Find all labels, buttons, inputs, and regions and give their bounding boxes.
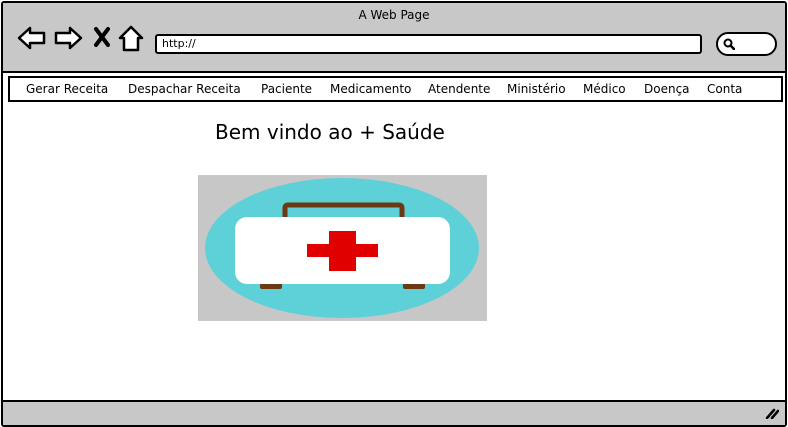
menu-item-gerar-receita[interactable]: Gerar Receita bbox=[26, 82, 108, 96]
close-x-icon[interactable] bbox=[93, 25, 111, 49]
menu-item-conta[interactable]: Conta bbox=[707, 82, 742, 96]
menu-item-doenca[interactable]: Doença bbox=[644, 82, 690, 96]
resize-grip-icon[interactable] bbox=[765, 407, 779, 419]
menu-item-ministerio[interactable]: Ministério bbox=[507, 82, 566, 96]
back-arrow-icon[interactable] bbox=[17, 25, 47, 51]
title-bar: A Web Page http:// bbox=[3, 3, 785, 73]
menu-bar: Gerar Receita Despachar Receita Paciente… bbox=[8, 76, 783, 102]
home-icon[interactable] bbox=[118, 25, 144, 53]
welcome-heading: Bem vindo ao + Saúde bbox=[215, 120, 445, 144]
forward-arrow-icon[interactable] bbox=[53, 25, 83, 51]
menu-item-paciente[interactable]: Paciente bbox=[261, 82, 312, 96]
menu-item-medico[interactable]: Médico bbox=[583, 82, 626, 96]
first-aid-kit-icon bbox=[205, 178, 479, 318]
browser-window: A Web Page http:// Gerar Receita Despach… bbox=[1, 1, 787, 427]
search-box[interactable] bbox=[716, 32, 777, 56]
status-bar bbox=[3, 400, 785, 425]
window-title: A Web Page bbox=[358, 8, 430, 22]
menu-item-atendente[interactable]: Atendente bbox=[428, 82, 490, 96]
menu-item-despachar-receita[interactable]: Despachar Receita bbox=[128, 82, 241, 96]
search-icon bbox=[723, 38, 735, 50]
menu-item-medicamento[interactable]: Medicamento bbox=[330, 82, 411, 96]
address-bar[interactable]: http:// bbox=[155, 34, 702, 54]
first-aid-kit-image bbox=[198, 175, 487, 321]
address-url: http:// bbox=[162, 37, 196, 50]
